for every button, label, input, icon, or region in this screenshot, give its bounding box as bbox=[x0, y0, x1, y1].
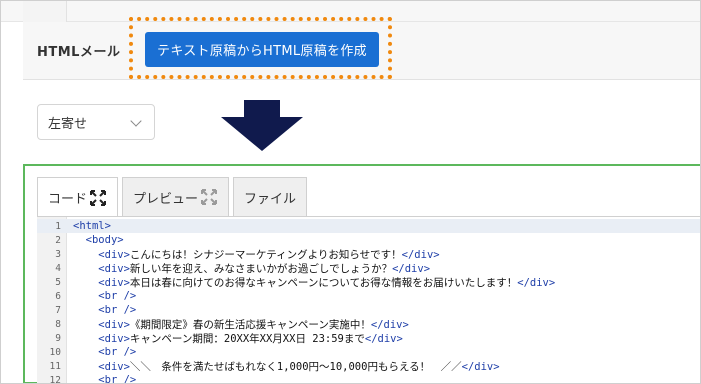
content-text: こんにちは！シナジーマーケティングよりお知らせです！ bbox=[129, 248, 402, 261]
line-number: 12 bbox=[49, 374, 61, 384]
code-line: 1 <html> bbox=[37, 219, 700, 233]
code-line: 3 <div>こんにちは！シナジーマーケティングよりお知らせです！</div> bbox=[37, 247, 700, 262]
code-line: 7 <br /> bbox=[37, 303, 700, 317]
tab-file-label: ファイル bbox=[244, 191, 297, 207]
html-tag: <div> bbox=[98, 318, 130, 331]
code-text: <div>キャンペーン期間：20XX年XX月XX日 23:59まで</div> bbox=[67, 331, 403, 346]
html-tag: <br /> bbox=[98, 346, 137, 358]
tab-preview[interactable]: プレビュー bbox=[122, 177, 230, 216]
content-text: 新しい年を迎え、みなさまいかがお過ごしでしょうか？ bbox=[129, 262, 393, 275]
html-tag: <html> bbox=[73, 220, 111, 232]
html-tag: <div> bbox=[98, 276, 130, 289]
down-arrow-icon bbox=[244, 100, 280, 118]
convert-text-to-html-button[interactable]: テキスト原稿からHTML原稿を作成 bbox=[145, 32, 379, 67]
html-tag: <div> bbox=[98, 262, 130, 275]
top-tab-fragment bbox=[23, 1, 67, 22]
expand-arrows-icon[interactable] bbox=[89, 189, 107, 207]
line-number: 10 bbox=[49, 346, 61, 358]
tab-file[interactable]: ファイル bbox=[233, 177, 308, 216]
line-number: 4 bbox=[55, 262, 61, 274]
code-text: <div>本日は春に向けてのお得なキャンペーンについてお得な情報をお届けいたしま… bbox=[67, 275, 555, 290]
code-text: <div>新しい年を迎え、みなさまいかがお過ごしでしょうか？</div> bbox=[67, 261, 430, 276]
html-tag: <body> bbox=[85, 234, 124, 246]
content-text: キャンペーン期間：20XX年XX月XX日 23:59まで bbox=[129, 332, 365, 345]
content-text: 本日は春に向けてのお得なキャンペーンについてお得な情報をお届けいたします！ bbox=[129, 276, 518, 289]
html-tag: </div> bbox=[461, 360, 500, 373]
tab-preview-label: プレビュー bbox=[133, 191, 199, 207]
line-number: 6 bbox=[55, 290, 61, 302]
html-tag: <div> bbox=[98, 332, 130, 345]
section-label: HTMLメール bbox=[37, 45, 121, 60]
editor-tabs: コード プレビュー ファイル bbox=[37, 177, 311, 217]
code-line: 5 <div>本日は春に向けてのお得なキャンペーンについてお得な情報をお届けいた… bbox=[37, 275, 700, 290]
html-tag: <div> bbox=[98, 360, 130, 373]
code-text: <body> bbox=[67, 234, 124, 246]
html-tag: <br /> bbox=[98, 304, 137, 316]
html-tag: </div> bbox=[392, 262, 431, 275]
code-text: <br /> bbox=[67, 290, 136, 302]
line-number: 9 bbox=[55, 332, 61, 344]
html-mail-editor-window: HTMLメール テキスト原稿からHTML原稿を作成 左寄せ コード プレビュー … bbox=[0, 0, 701, 384]
chevron-down-icon bbox=[130, 115, 142, 127]
code-text: <br /> bbox=[67, 374, 137, 384]
html-tag: <br /> bbox=[98, 290, 137, 302]
html-tag: </div> bbox=[370, 318, 409, 331]
content-text: ＼＼ 条件を満たせばもれなく1,000円～10,000円もらえる！ ／／ bbox=[129, 360, 462, 373]
line-number: 2 bbox=[55, 234, 61, 246]
html-tag: </div> bbox=[364, 332, 403, 345]
html-tag: </div> bbox=[401, 248, 440, 261]
html-tag: </div> bbox=[517, 276, 556, 289]
line-number: 7 bbox=[55, 304, 61, 316]
code-line: 6 <br /> bbox=[37, 289, 700, 303]
line-number: 1 bbox=[55, 220, 61, 232]
code-editor-panel: コード プレビュー ファイル 1 <html> 2 <body> 3 <div>… bbox=[23, 164, 700, 384]
html-tag: <br /> bbox=[98, 374, 137, 384]
content-text: 《期間限定》春の新生活応援キャンペーン実施中！ bbox=[129, 318, 371, 331]
code-line: 12 <br /> bbox=[37, 373, 700, 384]
code-textarea[interactable]: 1 <html> 2 <body> 3 <div>こんにちは！シナジーマーケティングよ… bbox=[37, 216, 700, 384]
code-line: 10 <br /> bbox=[37, 345, 700, 359]
code-line: 11 <div>＼＼ 条件を満たせばもれなく1,000円～10,000円もらえる… bbox=[37, 359, 700, 374]
code-text: <br /> bbox=[67, 304, 136, 316]
code-line: 2 <body> bbox=[37, 233, 700, 247]
expand-arrows-icon[interactable] bbox=[200, 188, 218, 206]
line-number: 8 bbox=[55, 318, 61, 330]
alignment-select-value: 左寄せ bbox=[48, 116, 88, 132]
code-text: <html> bbox=[67, 220, 111, 232]
line-number: 3 bbox=[55, 248, 61, 260]
line-number: 5 bbox=[55, 276, 61, 288]
code-line: 4 <div>新しい年を迎え、みなさまいかがお過ごしでしょうか？</div> bbox=[37, 261, 700, 276]
code-text: <div>こんにちは！シナジーマーケティングよりお知らせです！</div> bbox=[67, 247, 440, 262]
tab-code-label: コード bbox=[48, 192, 88, 207]
tab-code[interactable]: コード bbox=[37, 177, 119, 217]
code-text: <div>《期間限定》春の新生活応援キャンペーン実施中！</div> bbox=[67, 317, 409, 332]
code-line: 9 <div>キャンペーン期間：20XX年XX月XX日 23:59まで</div… bbox=[37, 331, 700, 346]
line-number: 11 bbox=[49, 360, 61, 372]
alignment-select[interactable]: 左寄せ bbox=[37, 104, 155, 140]
html-tag: <div> bbox=[98, 248, 130, 261]
code-text: <br /> bbox=[67, 346, 136, 358]
code-text: <div>＼＼ 条件を満たせばもれなく1,000円～10,000円もらえる！ ／… bbox=[67, 359, 500, 374]
down-arrow-head bbox=[221, 117, 303, 151]
code-line: 8 <div>《期間限定》春の新生活応援キャンペーン実施中！</div> bbox=[37, 317, 700, 332]
